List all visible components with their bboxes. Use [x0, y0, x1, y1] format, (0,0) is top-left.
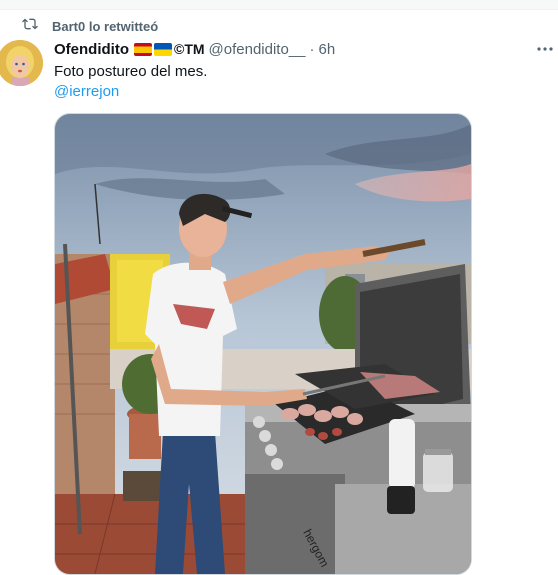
- ukraine-flag: [154, 42, 172, 56]
- timestamp[interactable]: 6h: [319, 41, 336, 58]
- timeline-divider: [0, 0, 558, 10]
- more-options-icon[interactable]: [536, 40, 554, 58]
- avatar[interactable]: [0, 40, 43, 86]
- retweet-text: Bart0 lo retwitteó: [52, 18, 159, 34]
- tweet-text: Foto postureo del mes.: [54, 63, 208, 80]
- user-handle[interactable]: @ofendidito__: [209, 41, 306, 58]
- tweet-card[interactable]: Bart0 lo retwitteó Ofendidito ©TM @ofend…: [0, 0, 558, 575]
- spain-flag: [134, 42, 152, 56]
- retweet-icon: [22, 16, 38, 37]
- display-name[interactable]: Ofendidito: [54, 41, 129, 58]
- separator-dot: ·: [309, 40, 315, 58]
- tweet-header: Ofendidito ©TM @ofendidito__ · 6h: [54, 38, 558, 60]
- name-suffix: ©TM: [174, 41, 205, 57]
- retweet-context[interactable]: Bart0 lo retwitteó: [22, 17, 158, 35]
- mention-link[interactable]: @ierrejon: [54, 83, 119, 100]
- name-flags: [134, 42, 172, 56]
- tweet-photo[interactable]: hergom: [54, 113, 472, 575]
